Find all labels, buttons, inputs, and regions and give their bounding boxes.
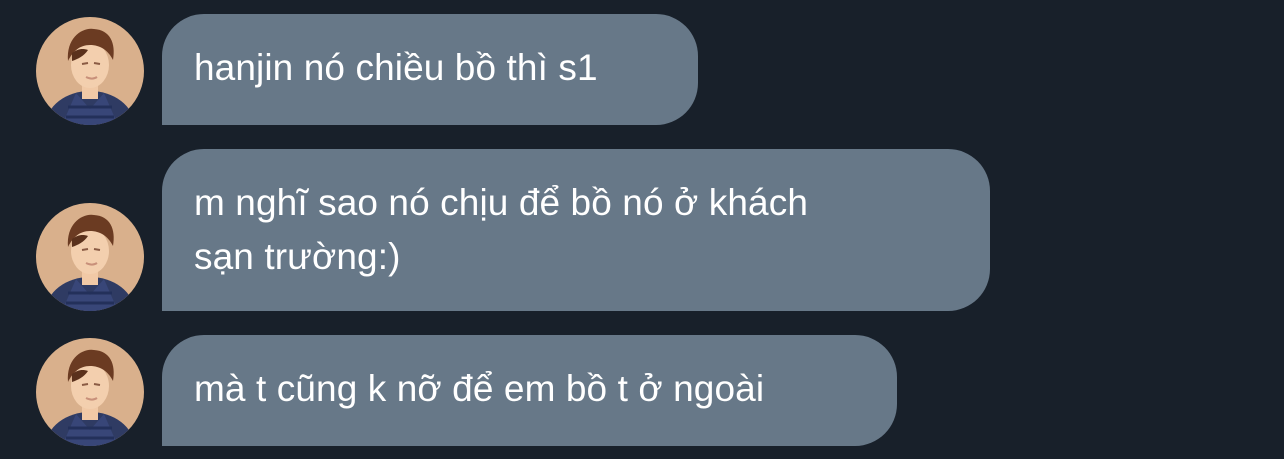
message-bubble[interactable]: hanjin nó chiều bồ thì s1: [162, 14, 698, 125]
user-avatar-icon[interactable]: [36, 17, 144, 125]
message-bubble[interactable]: mà t cũng k nỡ để em bồ t ở ngoài: [162, 335, 897, 446]
avatar-image: [36, 338, 144, 446]
message-row: mà t cũng k nỡ để em bồ t ở ngoài: [0, 335, 1284, 446]
message-row: m nghĩ sao nó chịu để bồ nó ở khách sạn …: [0, 149, 1284, 311]
user-avatar-icon[interactable]: [36, 338, 144, 446]
avatar-image: [36, 17, 144, 125]
message-bubble[interactable]: m nghĩ sao nó chịu để bồ nó ở khách sạn …: [162, 149, 990, 311]
user-avatar-icon[interactable]: [36, 203, 144, 311]
chat-thread: hanjin nó chiều bồ thì s1 m nghĩ sao nó …: [0, 0, 1284, 459]
avatar-image: [36, 203, 144, 311]
message-row: hanjin nó chiều bồ thì s1: [0, 14, 1284, 125]
